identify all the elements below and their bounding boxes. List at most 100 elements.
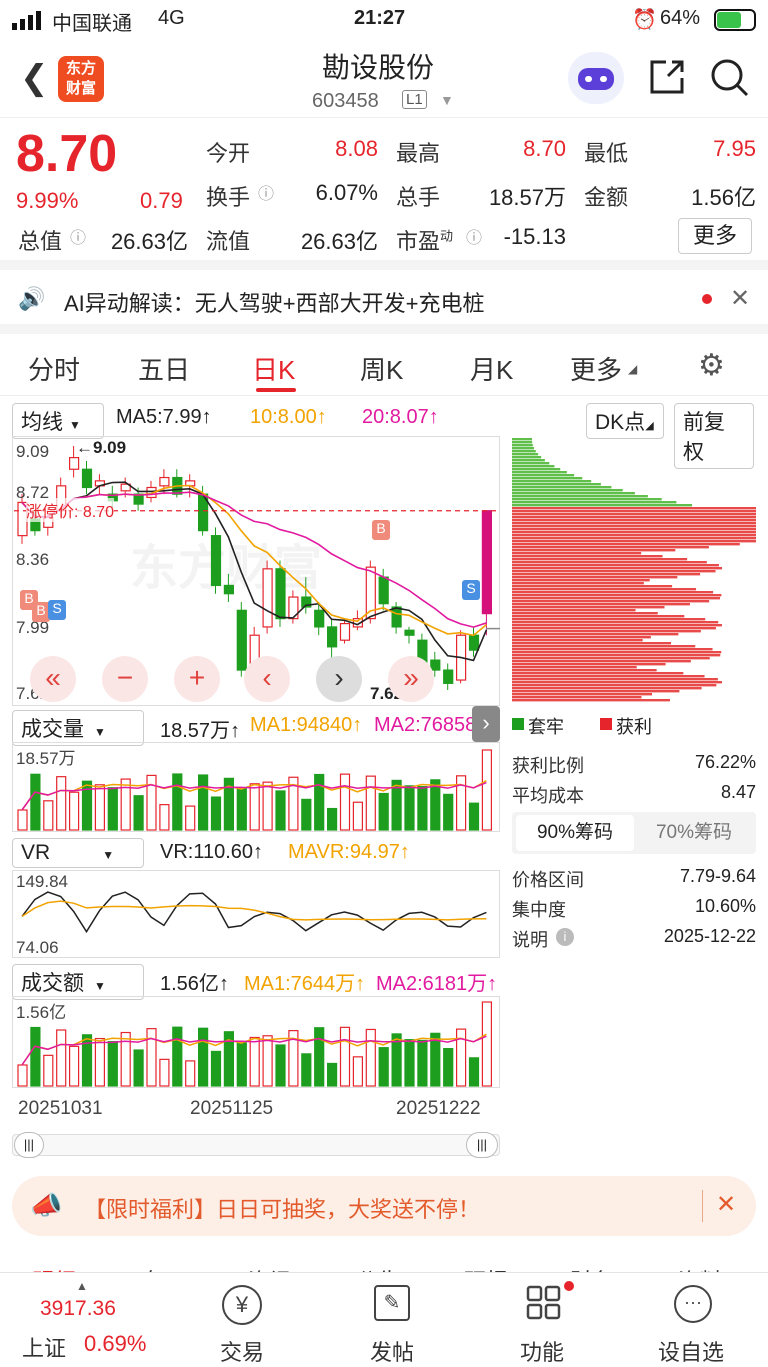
chip-bar xyxy=(512,513,756,516)
chip-bar xyxy=(512,594,722,597)
chip-bar xyxy=(512,654,721,657)
chip-bar xyxy=(512,570,716,573)
chip-bar xyxy=(512,696,642,699)
nav-functions[interactable]: 功能 xyxy=(520,1335,564,1367)
megaphone-icon: 📣 xyxy=(30,1190,63,1220)
chip-bar xyxy=(512,507,756,510)
chip-bar xyxy=(512,462,550,465)
close-icon[interactable]: ✕ xyxy=(716,1190,736,1219)
chip-bar xyxy=(512,624,722,627)
chip-bar xyxy=(512,591,714,594)
chip-bar xyxy=(512,633,679,636)
chip-bar xyxy=(512,552,642,555)
chip-bar xyxy=(512,456,542,459)
more-dots-icon[interactable]: ··· xyxy=(674,1285,712,1323)
note-date-value: 2025-12-22 xyxy=(663,926,756,946)
chip-bar xyxy=(512,564,719,567)
chip-bar xyxy=(512,642,672,645)
chip-bar xyxy=(512,519,756,522)
avg-cost-value: 8.47 xyxy=(720,782,756,802)
chip-bar xyxy=(512,549,676,552)
chip-bar xyxy=(512,669,657,672)
profit-ratio-value: 76.22% xyxy=(694,752,756,772)
chip-bar xyxy=(512,597,720,600)
chip-bar xyxy=(512,663,666,666)
concentration-label: 集中度 xyxy=(512,900,566,920)
chip-bar xyxy=(512,555,663,558)
chip-bar xyxy=(512,576,678,579)
chip-bar xyxy=(512,651,722,654)
chip-bar xyxy=(512,666,637,669)
chip-bar xyxy=(512,447,534,450)
chip-bar xyxy=(512,672,684,675)
nav-add-watchlist[interactable]: 设自选 xyxy=(658,1335,724,1367)
note-label: 说明 xyxy=(512,930,548,950)
concentration-value: 10.60% xyxy=(694,896,756,916)
nav-post[interactable]: 发帖 xyxy=(370,1335,414,1367)
chip-bar xyxy=(512,678,718,681)
chip-bar xyxy=(512,600,710,603)
chip-bar xyxy=(512,675,705,678)
tab-chip-70[interactable]: 70%筹码 xyxy=(636,815,752,851)
trapped-legend-label: 套牢 xyxy=(528,717,564,737)
promo-text: 【限时福利】日日可抽奖，大奖送不停！ xyxy=(84,1197,481,1222)
chip-bar xyxy=(512,609,636,612)
chip-bar xyxy=(512,660,691,663)
chip-bar xyxy=(512,489,623,492)
chip-bar xyxy=(512,516,756,519)
chip-bar xyxy=(512,498,662,501)
tab-chip-90[interactable]: 90%筹码 xyxy=(516,815,634,851)
chip-bar xyxy=(512,648,713,651)
chip-bar xyxy=(512,681,722,684)
info-icon[interactable]: i xyxy=(556,928,574,946)
chip-bar xyxy=(512,618,706,621)
chip-bar xyxy=(512,459,545,462)
chip-bar xyxy=(512,495,648,498)
chip-bar xyxy=(512,483,601,486)
chip-bar xyxy=(512,444,533,447)
trapped-legend-swatch xyxy=(512,718,524,730)
chip-bar xyxy=(512,636,651,639)
chip-bar xyxy=(512,621,719,624)
chip-bar xyxy=(512,510,756,513)
price-range-value: 7.79-9.64 xyxy=(679,866,756,886)
nav-trade[interactable]: 交易 xyxy=(220,1335,264,1367)
profit-legend-label: 获利 xyxy=(616,717,652,737)
index-name[interactable]: 上证 xyxy=(22,1331,66,1363)
trade-icon[interactable]: ¥ xyxy=(222,1285,262,1325)
post-icon[interactable]: ✎ xyxy=(374,1285,410,1321)
chip-bar xyxy=(512,627,716,630)
bottom-nav: ▲ 3917.36 上证 0.69% ¥ 交易 ✎ 发帖 功能 ··· 设自选 xyxy=(0,1272,768,1366)
index-value[interactable]: 3917.36 xyxy=(40,1297,116,1321)
chip-bar xyxy=(512,537,756,540)
chip-bar xyxy=(512,612,658,615)
chip-bar xyxy=(512,639,643,642)
chip-bar xyxy=(512,504,692,507)
chip-bar xyxy=(512,543,740,546)
chip-bar xyxy=(512,684,717,687)
chip-bar xyxy=(512,453,539,456)
chip-bar xyxy=(512,558,688,561)
chip-bar xyxy=(512,492,635,495)
chip-bar xyxy=(512,468,561,471)
promo-banner[interactable]: 📣 【限时福利】日日可抽奖，大奖送不停！ ✕ xyxy=(12,1176,756,1236)
chip-bar xyxy=(512,561,707,564)
chip-bar xyxy=(512,579,650,582)
chip-bar xyxy=(512,690,680,693)
chip-bar xyxy=(512,525,756,528)
divider xyxy=(702,1190,703,1222)
apps-icon[interactable] xyxy=(526,1285,562,1326)
index-percent[interactable]: 0.69% xyxy=(84,1331,146,1357)
chip-bar xyxy=(512,645,696,648)
chip-bar xyxy=(512,465,555,468)
chip-bar xyxy=(512,522,756,525)
profit-ratio-label: 获利比例 xyxy=(512,756,584,776)
chip-bar xyxy=(512,585,673,588)
chip-bar xyxy=(512,438,532,441)
chip-bar xyxy=(512,471,567,474)
chip-bar xyxy=(512,567,723,570)
chip-bar xyxy=(512,480,592,483)
chip-bar xyxy=(512,531,756,534)
triangle-up-icon: ▲ xyxy=(76,1279,88,1293)
chip-distribution-chart xyxy=(512,438,756,702)
